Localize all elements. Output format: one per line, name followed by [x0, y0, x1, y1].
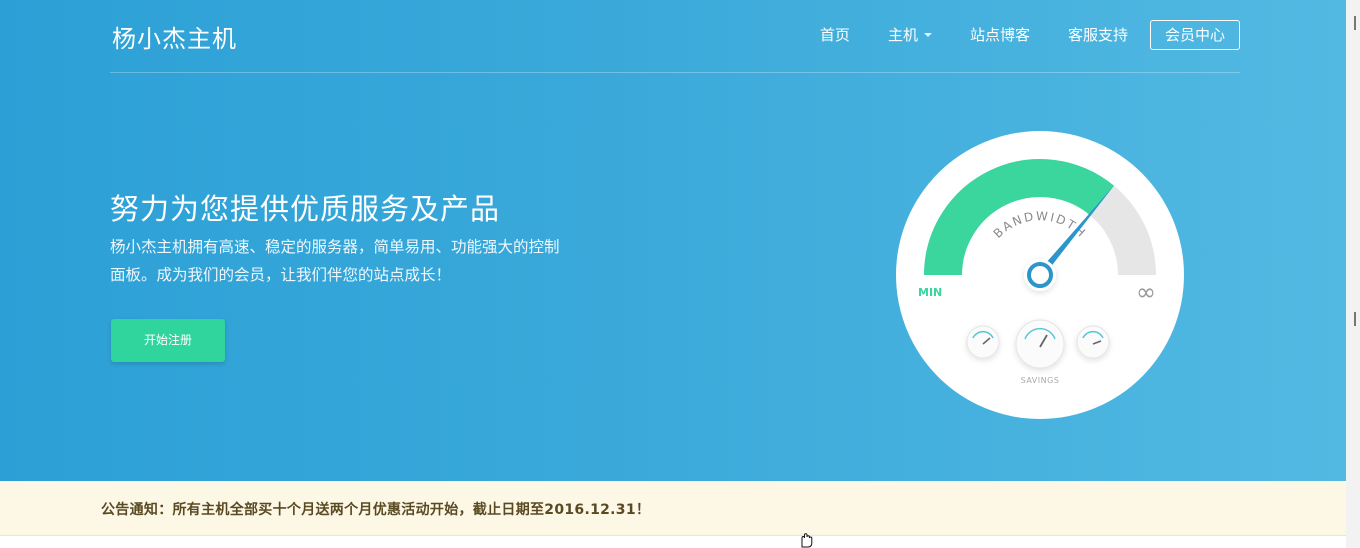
mini-gauge-left — [966, 325, 1000, 359]
nav-hosting[interactable]: 主机 — [888, 20, 932, 50]
nav-blog-label: 站点博客 — [969, 26, 1030, 44]
savings-label: SAVINGS — [1021, 376, 1060, 385]
caret-down-icon — [923, 33, 932, 37]
gauge-min-label: MIN — [918, 286, 942, 299]
register-button[interactable]: 开始注册 — [111, 319, 225, 362]
announcement-text: 公告通知：所有主机全部买十个月送两个月优惠活动开始，截止日期至2016.12.3… — [101, 502, 651, 518]
member-center-button[interactable]: 会员中心 — [1149, 20, 1240, 50]
hero-headline: 努力为您提供优质服务及产品 — [110, 192, 501, 226]
strip-mark — [1354, 16, 1356, 30]
nav-support-label: 客服支持 — [1067, 26, 1128, 44]
top-navbar: 杨小杰主机 首页 主机 站点博客 客服支持 会员中心 — [110, 0, 1240, 73]
brand-logo[interactable]: 杨小杰主机 — [112, 19, 237, 54]
hero-banner: 杨小杰主机 首页 主机 站点博客 客服支持 会员中心 努力为您提供优质服务及产品… — [0, 0, 1346, 481]
hand-pointer-icon — [801, 533, 813, 548]
nav-hosting-label: 主机 — [887, 26, 918, 44]
main-nav: 首页 主机 站点博客 客服支持 会员中心 — [782, 20, 1240, 50]
infinity-icon: ∞ — [1136, 278, 1156, 306]
nav-home[interactable]: 首页 — [820, 20, 850, 50]
announcement-bar: 公告通知：所有主机全部买十个月送两个月优惠活动开始，截止日期至2016.12.3… — [0, 481, 1346, 536]
right-scroll-strip — [1346, 0, 1360, 548]
nav-home-label: 首页 — [819, 26, 850, 44]
nav-blog[interactable]: 站点博客 — [970, 20, 1030, 50]
gauge-hub-ring — [1027, 262, 1053, 288]
mini-gauge-center — [1015, 319, 1065, 369]
bandwidth-gauge-illustration: BANDWIDTH MIN ∞ SAVINGS — [896, 131, 1184, 419]
mini-gauge-right — [1076, 325, 1110, 359]
nav-support[interactable]: 客服支持 — [1068, 20, 1128, 50]
strip-mark — [1354, 312, 1356, 326]
hero-description: 杨小杰主机拥有高速、稳定的服务器，简单易用、功能强大的控制面板。成为我们的会员，… — [110, 238, 560, 284]
